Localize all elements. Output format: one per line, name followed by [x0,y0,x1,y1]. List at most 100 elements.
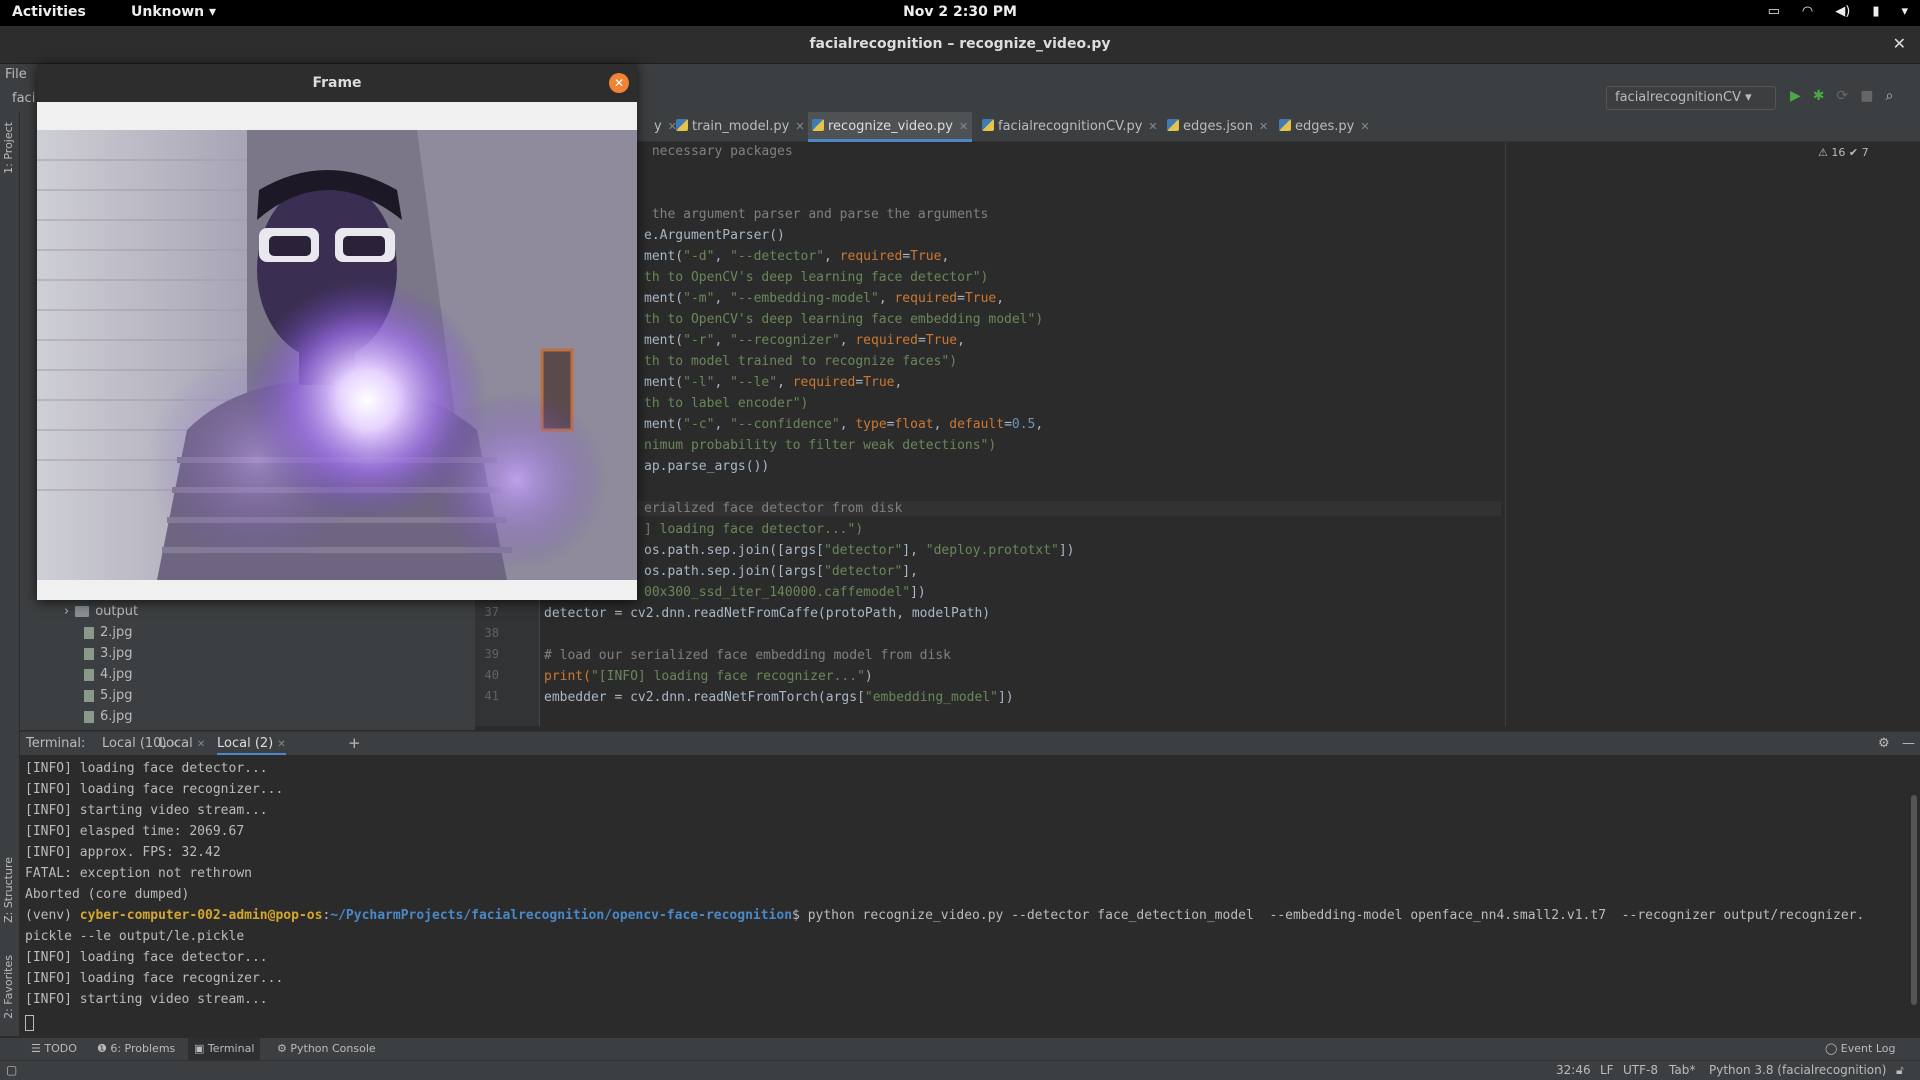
tab-facialrecognitioncv[interactable]: facialrecognitionCV.py ✕ [978,112,1162,142]
scrollbar-thumb[interactable] [1911,795,1917,1005]
code-comment: necessary packages [644,144,793,159]
file-label: 5.jpg [100,688,133,703]
tab-edges-json[interactable]: edges.json ✕ [1163,112,1272,142]
tree-file[interactable]: 3.jpg [84,646,133,661]
screen-icon[interactable]: ▭ [1768,4,1780,19]
favorites-tool-tab[interactable]: 2: Favorites [2,955,15,1019]
tab-label: recognize_video.py [828,119,953,134]
structure-tool-tab[interactable]: Z: Structure [2,857,15,923]
status-bar: ▢ 32:46 LF UTF-8 Tab* Python 3.8 (facial… [0,1060,1920,1080]
close-icon[interactable]: ✕ [1259,120,1268,133]
panel-toggle-icon[interactable]: ▢ [6,1063,17,1077]
minimize-icon[interactable]: — [1902,736,1915,751]
line-number: 41 [484,689,499,703]
terminal-scrollbar[interactable] [1908,755,1920,1038]
tree-folder-output[interactable]: › output [64,604,138,619]
tab-train-model[interactable]: train_model.py ✕ [672,112,809,142]
frame-titlebar[interactable]: Frame ✕ [37,64,637,102]
window-titlebar: facialrecognition – recognize_video.py ✕ [0,26,1920,64]
terminal-tool-tab[interactable]: ▣ Terminal [188,1038,261,1060]
battery-icon[interactable]: ▮ [1872,4,1879,19]
chevron-down-icon[interactable]: ▾ [1901,4,1908,19]
python-interpreter[interactable]: Python 3.8 (facialrecognition) [1709,1063,1886,1077]
lock-icon[interactable]: 🔓︎ [1896,1063,1904,1078]
code-line-current: erialized face detector from disk [540,501,1501,516]
run-configuration-select[interactable]: facialrecognitionCV ▾ [1606,86,1776,110]
close-icon[interactable]: ✕ [1360,120,1369,133]
python-file-icon [676,119,688,131]
editor-error-stripe[interactable] [1905,142,1920,726]
tree-file[interactable]: 5.jpg [84,688,133,703]
image-file-icon [84,626,94,639]
line-separator[interactable]: LF [1600,1063,1614,1077]
image-file-icon [84,668,94,681]
terminal-line: [INFO] approx. FPS: 32.42 [25,845,221,860]
system-tray[interactable]: ▭ ◠ ◀) ▮ ▾ [1768,4,1908,19]
window-title: facialrecognition – recognize_video.py [809,36,1111,52]
terminal-line: [INFO] elasped time: 2069.67 [25,824,245,839]
python-file-icon [812,119,824,131]
editor-tab-bar: y ✕ train_model.py ✕ recognize_video.py ✕ f… [475,112,1920,142]
inspection-widget[interactable]: ⚠ 16 ✔ 7 [1818,146,1869,159]
terminal-tab-local-2[interactable]: Local (2) ✕ [217,736,286,755]
file-label: 3.jpg [100,646,133,661]
terminal-line: Aborted (core dumped) [25,887,190,902]
tool-window-bar: ☰ TODO ❶ 6: Problems ▣ Terminal ⚙ Python… [0,1038,1920,1060]
python-console-tool-tab[interactable]: ⚙ Python Console [277,1042,376,1055]
python-file-icon [982,119,994,131]
code-line: ment("-r", "--recognizer", required=True… [644,333,965,348]
terminal-tab-local[interactable]: Local ✕ [159,736,205,751]
code-line: necessary packages [644,144,793,159]
terminal-line: pickle --le output/le.pickle [25,929,245,944]
frame-window[interactable]: Frame ✕ [37,64,637,600]
problems-tool-tab[interactable]: ❶ 6: Problems [97,1042,175,1055]
window-close-button[interactable]: ✕ [1893,26,1906,62]
json-file-icon [1167,119,1179,131]
gear-icon[interactable]: ⚙ [1878,736,1890,751]
close-icon[interactable]: ✕ [1148,120,1157,133]
close-icon: ✕ [196,739,206,750]
event-log-tool-tab[interactable]: ◯ Event Log [1825,1042,1895,1055]
tab-recognize-video[interactable]: recognize_video.py ✕ [808,112,973,142]
coverage-icon[interactable]: ⟳ [1837,88,1849,104]
menu-file[interactable]: File [5,67,27,82]
file-encoding[interactable]: UTF-8 [1623,1063,1658,1077]
terminal-line: [INFO] loading face detector... [25,761,268,776]
code-editor[interactable]: necessary packages the argument parser a… [540,142,1505,726]
code-line: ment("-l", "--le", required=True, [644,375,903,390]
tree-file[interactable]: 2.jpg [84,625,133,640]
clock[interactable]: Nov 2 2:30 PM [0,4,1920,20]
chevron-right-icon[interactable]: › [64,604,69,619]
tree-file[interactable]: 4.jpg [84,667,133,682]
debug-icon[interactable]: ✱ [1813,88,1825,104]
line-number: 40 [484,668,499,682]
caret-position[interactable]: 32:46 [1556,1063,1591,1077]
close-icon[interactable]: ✕ [795,120,804,133]
todo-tool-tab[interactable]: ☰ TODO [31,1042,77,1055]
code-line: detector = cv2.dnn.readNetFromCaffe(prot… [544,606,991,621]
line-number: 37 [484,605,499,619]
code-line: ment("-m", "--embedding-model", required… [644,291,1005,306]
image-file-icon [84,710,94,723]
stop-icon[interactable]: ■ [1860,88,1873,104]
breadcrumb[interactable]: faci [12,91,35,106]
new-terminal-button[interactable]: + [348,734,361,752]
tree-file[interactable]: 6.jpg [84,709,133,724]
code-line: th to label encoder") [644,396,809,411]
volume-icon[interactable]: ◀) [1835,4,1850,19]
project-tool-tab[interactable]: 1: Project [2,122,15,174]
run-icon[interactable]: ▶ [1790,88,1801,104]
close-icon[interactable]: ✕ [959,120,968,133]
wifi-icon[interactable]: ◠ [1802,4,1813,19]
tab-edges-py[interactable]: edges.py ✕ [1275,112,1374,142]
tab-label: edges.py [1295,119,1355,134]
terminal-line: [INFO] loading face detector... [25,950,268,965]
search-icon[interactable]: ⌕ [1885,88,1893,104]
indent-setting[interactable]: Tab* [1669,1063,1695,1077]
terminal-output[interactable]: [INFO] loading face detector... [INFO] l… [20,755,1908,1038]
folder-label: output [95,604,139,619]
code-line: ment("-c", "--confidence", type=float, d… [644,417,1044,432]
gnome-top-bar: Activities Unknown ▾ Nov 2 2:30 PM ▭ ◠ ◀… [0,0,1920,26]
left-tool-strip: 1: Project Z: Structure 2: Favorites [0,112,20,1036]
frame-close-button[interactable]: ✕ [609,73,629,93]
